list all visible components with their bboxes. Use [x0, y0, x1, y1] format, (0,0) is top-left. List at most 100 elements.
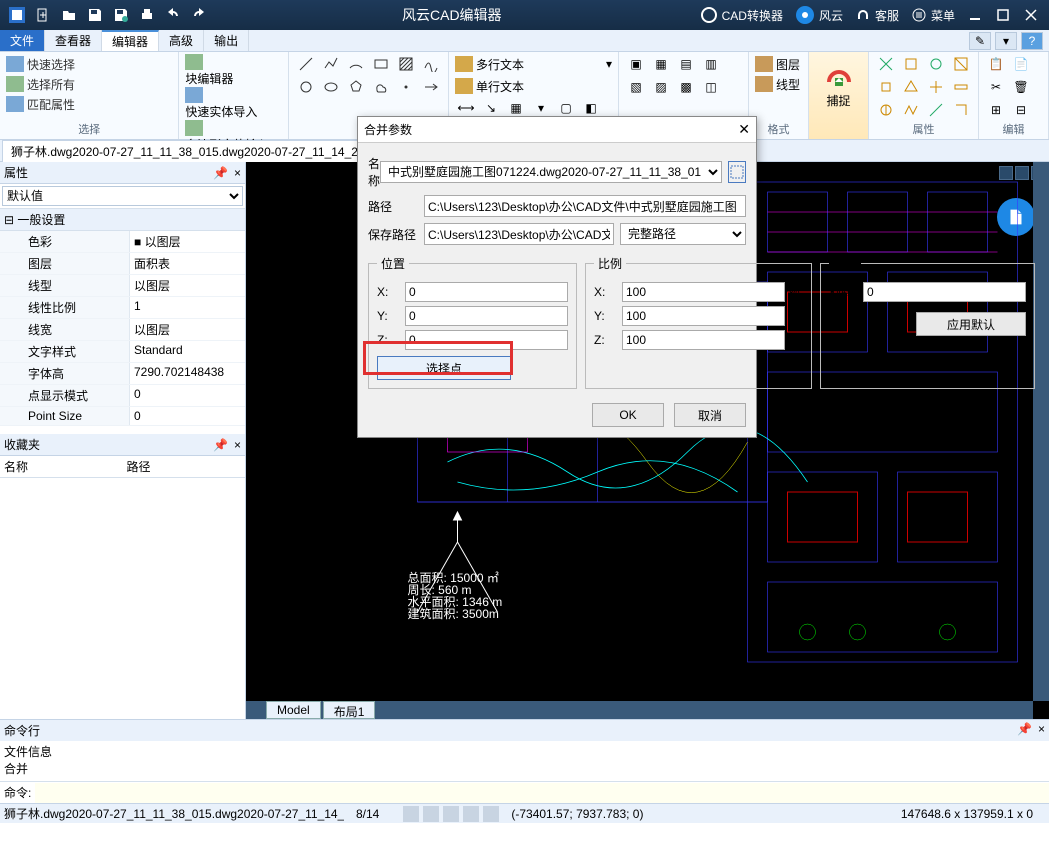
properties-section[interactable]: ⊟ 一般设置: [0, 208, 245, 231]
p4-icon[interactable]: [950, 54, 972, 74]
p10-icon[interactable]: [900, 100, 922, 120]
properties-default-select[interactable]: 默认值: [2, 186, 243, 206]
cmd-close-icon[interactable]: ×: [1038, 722, 1045, 739]
p5-icon[interactable]: [875, 77, 897, 97]
p2-icon[interactable]: [900, 54, 922, 74]
help-icon[interactable]: ?: [1021, 32, 1043, 50]
redo-icon[interactable]: [188, 4, 210, 26]
p11-icon[interactable]: [925, 100, 947, 120]
hatch-icon[interactable]: [395, 54, 417, 74]
select-point-button[interactable]: 选择点: [377, 356, 511, 380]
tab-editor[interactable]: 编辑器: [102, 30, 159, 51]
fengyun-button[interactable]: 风云: [795, 5, 843, 25]
layer-dropdown-icon[interactable]: ▾: [995, 32, 1017, 50]
quick-import-button[interactable]: 快速实体导入: [185, 87, 282, 120]
browse-icon[interactable]: [728, 161, 746, 183]
field-icon[interactable]: ▾: [530, 98, 552, 118]
grid-toggle-icon[interactable]: [423, 806, 439, 822]
cancel-button[interactable]: 取消: [674, 403, 746, 427]
block-edit-icon[interactable]: ▧: [625, 77, 647, 97]
save-path-input[interactable]: [424, 223, 614, 245]
apply-default-button[interactable]: 应用默认: [916, 312, 1026, 336]
vertical-scrollbar[interactable]: [1033, 162, 1049, 701]
snap-toggle-icon[interactable]: [403, 806, 419, 822]
document-tab[interactable]: 狮子林.dwg2020-07-27_11_11_38_015.dwg2020-0…: [2, 140, 399, 162]
prop-lw-value[interactable]: 以图层: [130, 319, 245, 340]
p3-icon[interactable]: [925, 54, 947, 74]
spline-icon[interactable]: [420, 54, 442, 74]
command-input[interactable]: [35, 783, 1049, 803]
block-create-icon[interactable]: ▦: [650, 54, 672, 74]
fav-close-icon[interactable]: ×: [234, 438, 241, 452]
undo-icon[interactable]: [162, 4, 184, 26]
stext-button[interactable]: 单行文本: [455, 76, 612, 96]
point-icon[interactable]: [395, 77, 417, 97]
prop-ts-value[interactable]: Standard: [130, 341, 245, 362]
tab-viewer[interactable]: 查看器: [45, 30, 102, 51]
p9-icon[interactable]: [875, 100, 897, 120]
pin-icon[interactable]: 📌: [213, 166, 228, 180]
delete-icon[interactable]: 🗑: [1010, 77, 1032, 97]
polygon-icon[interactable]: [345, 77, 367, 97]
prop-th-value[interactable]: 7290.702148438: [130, 363, 245, 384]
cut-icon[interactable]: ✂: [985, 77, 1007, 97]
mtext-button[interactable]: 多行文本▾: [455, 54, 612, 74]
prop-color-value[interactable]: ■ 以图层: [130, 231, 245, 252]
tab-file[interactable]: 文件: [0, 30, 45, 51]
layer-button[interactable]: 图层: [755, 54, 802, 74]
group-icon[interactable]: ⊞: [985, 100, 1007, 120]
pos-y-input[interactable]: [405, 306, 568, 326]
p6-icon[interactable]: [900, 77, 922, 97]
block-icon[interactable]: ▢: [555, 98, 577, 118]
support-button[interactable]: 客服: [855, 7, 899, 24]
save-as-icon[interactable]: [110, 4, 132, 26]
maximize-button[interactable]: [993, 5, 1013, 25]
osnap-toggle-icon[interactable]: [483, 806, 499, 822]
tool-palette-icon[interactable]: ✎: [969, 32, 991, 50]
block-attr-icon[interactable]: ▤: [675, 54, 697, 74]
dialog-close-icon[interactable]: ✕: [738, 121, 750, 138]
ellipse-icon[interactable]: [320, 77, 342, 97]
prop-pd-value[interactable]: 0: [130, 385, 245, 406]
cmd-pin-icon[interactable]: 📌: [1017, 722, 1032, 739]
name-select[interactable]: 中式别墅庭园施工图071224.dwg2020-07-27_11_11_38_0…: [380, 161, 722, 183]
ray-icon[interactable]: [420, 77, 442, 97]
scale-z-input[interactable]: [622, 330, 785, 350]
menu-button[interactable]: 菜单: [911, 7, 955, 24]
match-prop-button[interactable]: 匹配属性: [6, 94, 172, 114]
ungroup-icon[interactable]: ⊟: [1010, 100, 1032, 120]
ole-icon[interactable]: ◫: [700, 77, 722, 97]
panel-close-icon[interactable]: ×: [234, 166, 241, 180]
rect-icon[interactable]: [370, 54, 392, 74]
prop-lts-value[interactable]: 1: [130, 297, 245, 318]
leader-icon[interactable]: ↘: [480, 98, 502, 118]
minimize-button[interactable]: [965, 5, 985, 25]
open-icon[interactable]: [58, 4, 80, 26]
polar-toggle-icon[interactable]: [463, 806, 479, 822]
copy-icon[interactable]: 📋: [985, 54, 1007, 74]
quick-select-button[interactable]: 快速选择: [6, 54, 172, 74]
fav-col-name[interactable]: 名称: [0, 456, 123, 477]
dim-icon[interactable]: ⟷: [455, 98, 477, 118]
prop-layer-value[interactable]: 面积表: [130, 253, 245, 274]
new-icon[interactable]: [32, 4, 54, 26]
pos-x-input[interactable]: [405, 282, 568, 302]
model-tab[interactable]: Model: [266, 701, 321, 719]
fav-pin-icon[interactable]: 📌: [213, 438, 228, 452]
wipeout-icon[interactable]: ◧: [580, 98, 602, 118]
rotation-input[interactable]: [863, 282, 1026, 302]
tab-advanced[interactable]: 高级: [159, 30, 204, 51]
layout1-tab[interactable]: 布局1: [323, 701, 376, 719]
linetype-button[interactable]: 线型: [755, 74, 802, 94]
image-attach-icon[interactable]: ▩: [675, 77, 697, 97]
xref-icon[interactable]: ▥: [700, 54, 722, 74]
insert-block-icon[interactable]: ▣: [625, 54, 647, 74]
pos-z-input[interactable]: [405, 330, 568, 350]
fav-col-path[interactable]: 路径: [123, 456, 246, 477]
p8-icon[interactable]: [950, 77, 972, 97]
path-input[interactable]: [424, 195, 746, 217]
line-icon[interactable]: [295, 54, 317, 74]
scale-y-input[interactable]: [622, 306, 785, 326]
save-icon[interactable]: [84, 4, 106, 26]
tab-output[interactable]: 输出: [204, 30, 249, 51]
